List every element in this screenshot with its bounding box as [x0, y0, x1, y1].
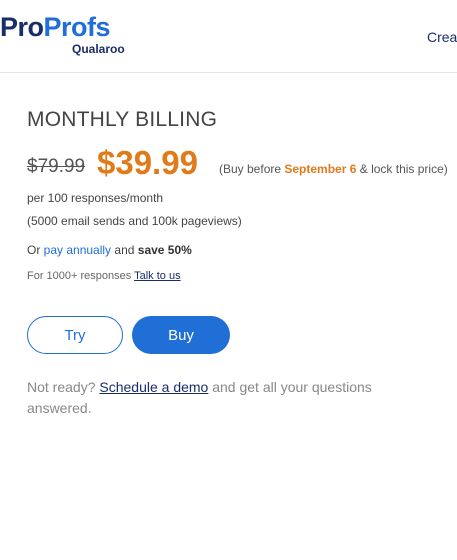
logo-profs: Profs — [43, 12, 111, 42]
schedule-demo-link[interactable]: Schedule a demo — [99, 379, 208, 395]
per-responses: per 100 responses/month — [27, 191, 164, 205]
plan-title: MONTHLY BILLING — [27, 108, 218, 131]
nav-create-link[interactable]: Crea — [427, 29, 457, 45]
header: ProProfs Qualaroo Crea — [0, 0, 457, 73]
new-price: $39.99 — [97, 144, 198, 181]
annual-offer: Or pay annually and save 50% — [27, 243, 192, 257]
try-button[interactable]: Try — [27, 316, 123, 354]
large-pre: For 1000+ responses — [27, 270, 135, 282]
deal-pre: (Buy before — [219, 162, 285, 176]
deal-date: September 6 — [284, 162, 357, 176]
talk-to-us-link[interactable]: Talk to us — [134, 270, 180, 282]
included-quota: (5000 email sends and 100k pageviews) — [27, 214, 242, 228]
deal-post: & lock this price) — [356, 162, 448, 176]
buy-button[interactable]: Buy — [132, 316, 230, 354]
proprofs-logo[interactable]: ProProfs Qualaroo — [0, 12, 125, 57]
logo-pro: Pro — [0, 12, 44, 42]
old-price: $79.99 — [27, 156, 86, 177]
logo-product-name: Qualaroo — [72, 42, 125, 56]
large-plan-note: For 1000+ responses Talk to us — [27, 270, 181, 282]
pay-annually-link[interactable]: pay annually — [44, 243, 111, 257]
deal-note: (Buy before September 6 & lock this pric… — [219, 162, 448, 176]
demo-prompt: Not ready? Schedule a demo and get all y… — [27, 377, 407, 419]
annual-pre: Or — [27, 243, 44, 257]
logo-wordmark: ProProfs — [0, 12, 111, 42]
annual-mid: and — [111, 243, 138, 257]
demo-pre: Not ready? — [27, 379, 100, 395]
save-badge: save 50% — [137, 243, 192, 257]
